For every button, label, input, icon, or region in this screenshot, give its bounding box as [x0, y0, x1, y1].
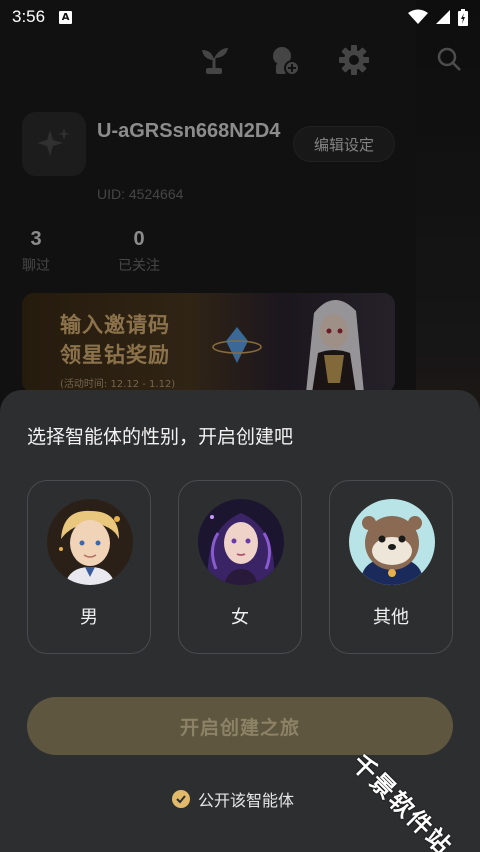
male-avatar	[47, 499, 133, 585]
battery-icon	[458, 8, 468, 26]
checkmark-icon[interactable]	[172, 790, 190, 808]
option-label: 男	[80, 607, 98, 628]
notification-icon: A	[59, 10, 73, 24]
status-time: 3:56	[12, 7, 46, 26]
status-bar: 3:56 A	[0, 0, 480, 34]
option-label: 其他	[373, 607, 409, 628]
gender-option-female[interactable]: 女	[178, 480, 302, 654]
gender-option-other[interactable]: 其他	[329, 480, 453, 654]
otter-avatar	[349, 499, 435, 585]
public-label: 公开该智能体	[198, 791, 295, 810]
gender-option-male[interactable]: 男	[27, 480, 151, 654]
signal-icon	[436, 10, 450, 24]
female-avatar	[198, 499, 284, 585]
wifi-icon	[408, 9, 428, 24]
option-label: 女	[231, 607, 249, 628]
start-creation-button[interactable]: 开启创建之旅	[27, 697, 453, 755]
public-toggle[interactable]: 公开该智能体	[172, 787, 294, 811]
sheet-title: 选择智能体的性别，开启创建吧	[27, 426, 294, 448]
